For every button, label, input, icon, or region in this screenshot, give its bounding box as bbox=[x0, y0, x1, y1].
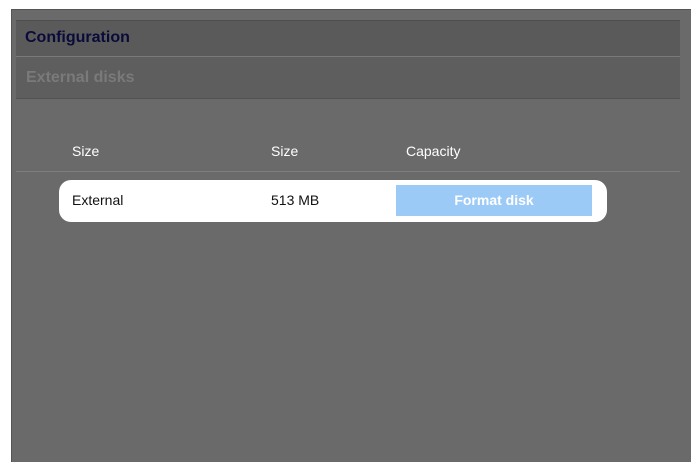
column-header-size: Size bbox=[72, 143, 100, 159]
column-header-capacity: Capacity bbox=[406, 143, 461, 159]
section-header: External disks bbox=[16, 57, 680, 99]
page: Configuration External disks Size Size C… bbox=[0, 0, 691, 462]
disk-size: 513 MB bbox=[271, 192, 320, 208]
section-title: External disks bbox=[26, 69, 135, 86]
table-row: External 513 MB Format disk bbox=[59, 180, 607, 222]
disk-name: External bbox=[72, 192, 124, 208]
column-header-size-2: Size bbox=[271, 143, 299, 159]
configuration-header: Configuration bbox=[16, 20, 680, 57]
table-header: Size Size Capacity bbox=[16, 132, 680, 172]
format-disk-button[interactable]: Format disk bbox=[396, 185, 592, 216]
page-title: Configuration bbox=[25, 29, 130, 46]
